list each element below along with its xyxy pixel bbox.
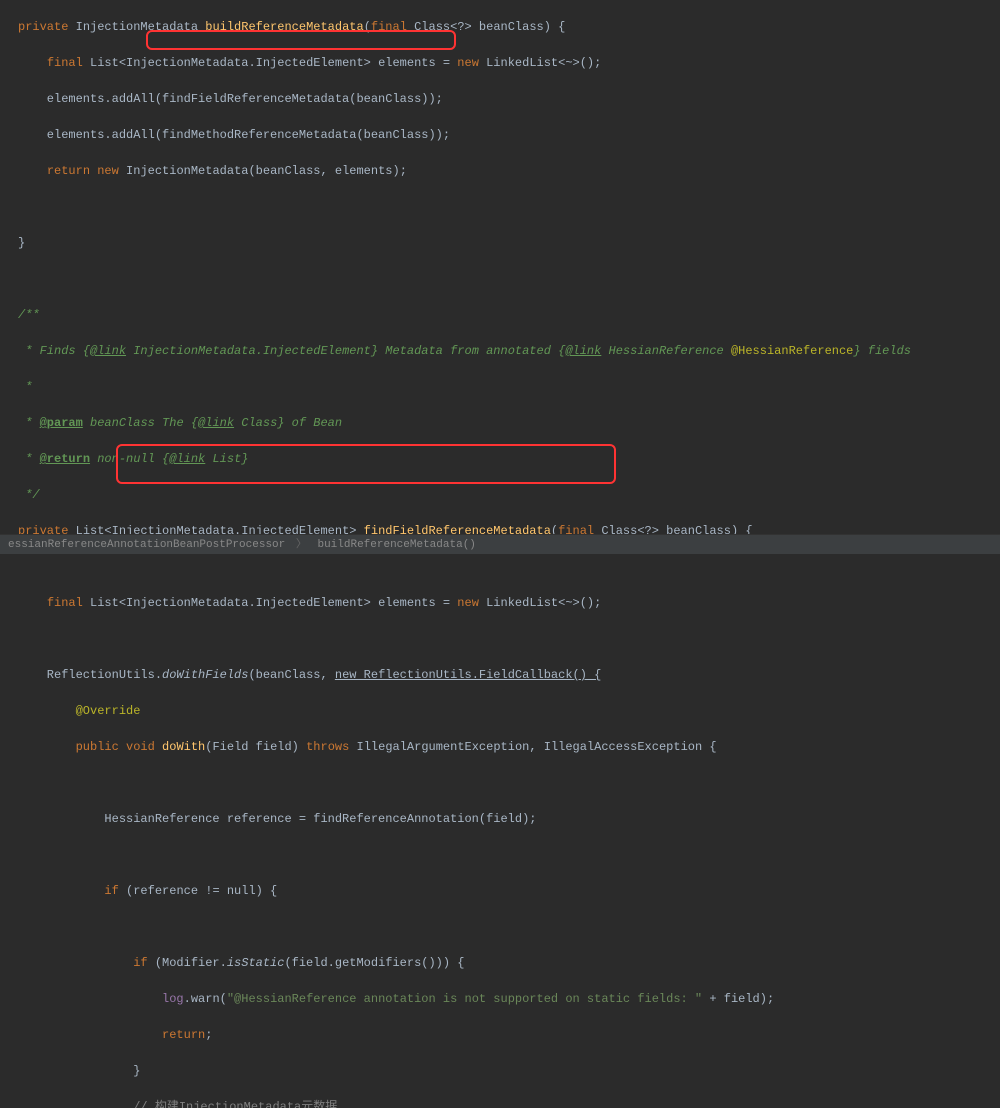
- chevron-right-icon: 〉: [296, 539, 307, 551]
- code-line: [18, 846, 1000, 864]
- code-line: return;: [18, 1026, 1000, 1044]
- code-line: }: [18, 1062, 1000, 1080]
- code-line: [18, 630, 1000, 648]
- code-line: [18, 198, 1000, 216]
- code-line: public void doWith(Field field) throws I…: [18, 738, 1000, 756]
- code-line: [18, 774, 1000, 792]
- code-line: }: [18, 234, 1000, 252]
- breadcrumb-class[interactable]: essianReferenceAnnotationBeanPostProcess…: [8, 539, 285, 551]
- code-line: ReflectionUtils.doWithFields(beanClass, …: [18, 666, 1000, 684]
- code-line: HessianReference reference = findReferen…: [18, 810, 1000, 828]
- code-line: [18, 918, 1000, 936]
- code-line: * @return non-null {@link List}: [18, 450, 1000, 468]
- code-line: elements.addAll(findMethodReferenceMetad…: [18, 126, 1000, 144]
- code-line: [18, 270, 1000, 288]
- code-editor[interactable]: private InjectionMetadata buildReference…: [0, 0, 1000, 1108]
- breadcrumb[interactable]: essianReferenceAnnotationBeanPostProcess…: [0, 534, 1000, 554]
- code-line: elements.addAll(findFieldReferenceMetada…: [18, 90, 1000, 108]
- code-line: /**: [18, 306, 1000, 324]
- code-line: return new InjectionMetadata(beanClass, …: [18, 162, 1000, 180]
- breadcrumb-method[interactable]: buildReferenceMetadata(): [317, 539, 475, 551]
- code-line: // 构建InjectionMetadata元数据: [18, 1098, 1000, 1108]
- code-line: final List<InjectionMetadata.InjectedEle…: [18, 54, 1000, 72]
- code-line: [18, 558, 1000, 576]
- code-line: private InjectionMetadata buildReference…: [18, 18, 1000, 36]
- code-line: @Override: [18, 702, 1000, 720]
- code-line: */: [18, 486, 1000, 504]
- code-line: * @param beanClass The {@link Class} of …: [18, 414, 1000, 432]
- code-line: *: [18, 378, 1000, 396]
- code-line: * Finds {@link InjectionMetadata.Injecte…: [18, 342, 1000, 360]
- code-line: final List<InjectionMetadata.InjectedEle…: [18, 594, 1000, 612]
- code-line: if (Modifier.isStatic(field.getModifiers…: [18, 954, 1000, 972]
- code-line: if (reference != null) {: [18, 882, 1000, 900]
- code-line: log.warn("@HessianReference annotation i…: [18, 990, 1000, 1008]
